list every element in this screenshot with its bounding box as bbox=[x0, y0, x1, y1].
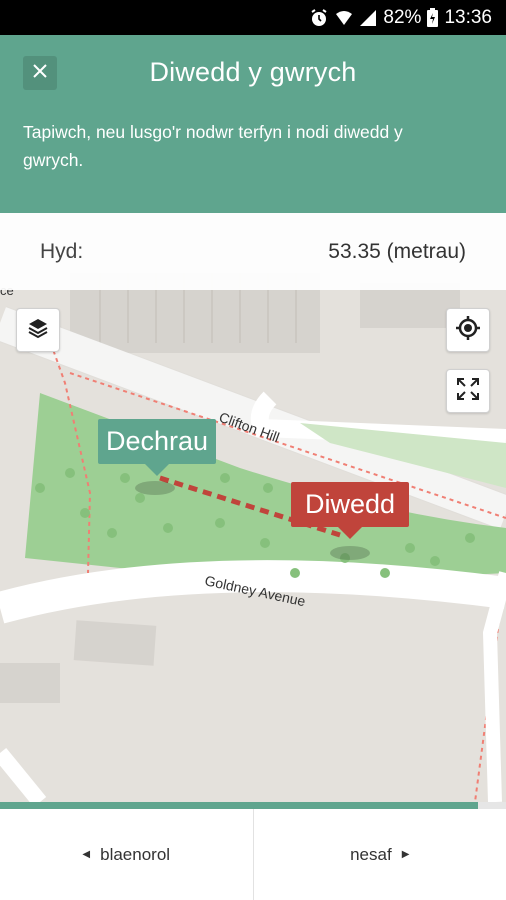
end-marker-shadow bbox=[330, 546, 370, 560]
length-readout: Hyd: 53.35 (metrau) bbox=[0, 213, 506, 290]
battery-percent: 82% bbox=[383, 6, 422, 28]
next-button[interactable]: nesaf ▶ bbox=[252, 809, 506, 900]
fullscreen-icon bbox=[455, 376, 481, 407]
map-canvas: Clifton Hill Goldney Avenue ce bbox=[0, 273, 506, 802]
previous-button[interactable]: ◀ blaenorol bbox=[0, 809, 253, 900]
battery-icon bbox=[427, 8, 439, 28]
status-bar: 82% 13:36 bbox=[0, 0, 506, 35]
signal-icon bbox=[359, 8, 377, 28]
road-right bbox=[482, 571, 506, 802]
chevron-left-icon: ◀ bbox=[82, 849, 91, 860]
fullscreen-button[interactable] bbox=[446, 369, 490, 413]
progress-fill bbox=[0, 802, 479, 809]
layers-icon bbox=[26, 316, 50, 345]
end-marker[interactable]: Diwedd bbox=[291, 482, 409, 539]
road-lower-left bbox=[0, 747, 47, 802]
building bbox=[0, 663, 60, 703]
layers-button[interactable] bbox=[16, 308, 60, 352]
start-marker-shadow bbox=[135, 481, 175, 495]
alarm-icon bbox=[309, 8, 329, 28]
instruction-text: Tapiwch, neu lusgo'r nodwr terfyn i nodi… bbox=[23, 122, 403, 170]
chevron-right-icon: ▶ bbox=[401, 849, 410, 860]
end-marker-label: Diwedd bbox=[304, 489, 396, 519]
length-label: Hyd: bbox=[40, 239, 84, 263]
header: Diwedd y gwrych Tapiwch, neu lusgo'r nod… bbox=[0, 35, 506, 213]
next-label: nesaf bbox=[350, 844, 392, 864]
length-value: 53.35 (metrau) bbox=[328, 239, 466, 263]
clock-time: 13:36 bbox=[444, 6, 492, 28]
bottom-nav: ◀ blaenorol nesaf ▶ bbox=[0, 809, 506, 900]
page-title: Diwedd y gwrych bbox=[149, 57, 357, 87]
map-view[interactable]: Clifton Hill Goldney Avenue ce bbox=[0, 213, 506, 802]
locate-icon bbox=[455, 315, 481, 346]
progress-bar bbox=[0, 802, 506, 809]
wifi-icon bbox=[335, 8, 353, 28]
locate-button[interactable] bbox=[446, 308, 490, 352]
start-marker-label: Dechrau bbox=[105, 426, 209, 456]
start-marker[interactable]: Dechrau bbox=[98, 419, 216, 476]
previous-label: blaenorol bbox=[100, 844, 171, 864]
building bbox=[73, 620, 157, 666]
